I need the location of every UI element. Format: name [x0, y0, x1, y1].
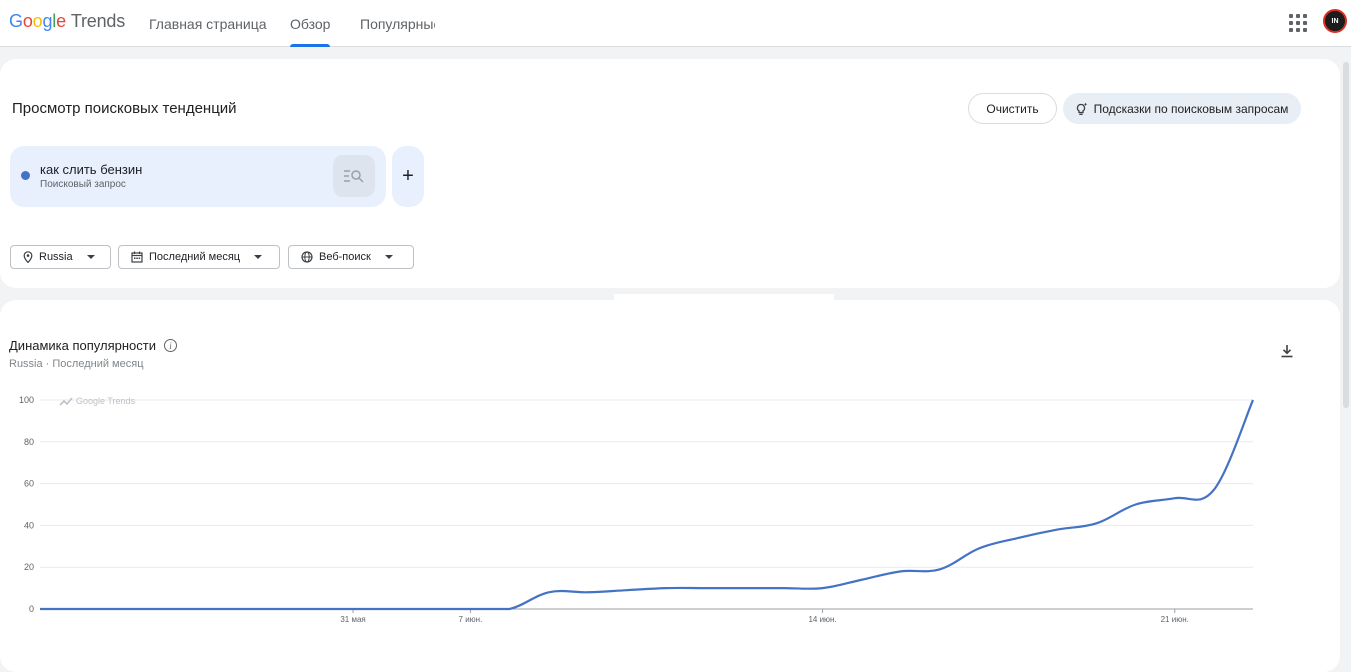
globe-icon [301, 251, 313, 263]
term-name: как слить бензин [40, 162, 143, 177]
download-icon[interactable] [1279, 343, 1295, 359]
x-tick-label: 31 мая [340, 615, 365, 624]
add-comparison-button[interactable]: + [392, 146, 424, 207]
y-tick-label: 60 [24, 479, 34, 489]
lightbulb-sparkle-icon [1076, 102, 1087, 115]
filter-location[interactable]: Russia [10, 245, 111, 269]
filter-search-type-label: Веб-поиск [319, 251, 371, 263]
chart-subtitle: Russia · Последний месяц [9, 358, 144, 370]
x-tick-label: 7 июн. [459, 615, 483, 624]
scrollbar-thumb[interactable] [1343, 62, 1349, 408]
page-scrollbar[interactable] [1342, 62, 1350, 672]
trends-watermark-icon [59, 397, 73, 406]
info-icon[interactable]: i [164, 339, 177, 352]
x-tick-label: 21 июн. [1161, 615, 1189, 624]
y-tick-label: 80 [24, 437, 34, 447]
tab-home[interactable]: Главная страница [149, 0, 267, 47]
tab-home-label: Главная страница [149, 15, 267, 32]
series-line [39, 399, 1255, 611]
term-color-dot [21, 171, 30, 180]
apps-grid-icon[interactable] [1289, 14, 1307, 32]
avatar-initials: IN [1331, 17, 1339, 25]
y-tick-label: 40 [24, 520, 34, 530]
tab-explore-label: Обзор [290, 15, 330, 32]
clear-button[interactable]: Очистить [968, 93, 1057, 124]
chart-title-text: Динамика популярности [9, 338, 156, 353]
y-tick-label: 100 [19, 395, 34, 405]
tab-trending[interactable]: Популярные [360, 0, 435, 47]
tab-trending-label: Популярные [360, 15, 435, 32]
interest-chart[interactable]: 0 20 40 60 80 100 31 мая 7 июн. 14 июн. 21 июн. Go… [0, 380, 1280, 640]
logo-product-name: Trends [70, 11, 126, 31]
explore-card: Просмотр поисковых тенденций Очистить По… [0, 59, 1340, 288]
term-type: Поисковый запрос [40, 179, 126, 190]
filter-time-range[interactable]: Последний месяц [118, 245, 280, 269]
chart-title: Динамика популярности i [9, 338, 177, 353]
filter-search-type[interactable]: Веб-поиск [288, 245, 414, 269]
x-tick-label: 14 июн. [808, 615, 836, 624]
location-pin-icon [23, 251, 33, 263]
y-tick-label: 0 [29, 604, 34, 614]
search-hints-label: Подсказки по поисковым запросам [1093, 101, 1289, 116]
google-trends-logo[interactable]: Google Trends [9, 11, 125, 32]
chevron-down-icon [384, 255, 393, 259]
list-search-icon [344, 170, 364, 183]
top-app-bar: Google Trends Главная страница Обзор Поп… [0, 0, 1351, 47]
y-tick-label: 20 [24, 562, 34, 572]
tab-explore[interactable]: Обзор [290, 0, 330, 47]
filter-location-label: Russia [39, 251, 73, 263]
calendar-icon [131, 251, 143, 263]
term-refine-button[interactable] [333, 155, 375, 197]
page-title: Просмотр поисковых тенденций [12, 100, 237, 117]
plus-icon: + [402, 165, 414, 187]
filter-time-range-label: Последний месяц [149, 251, 241, 263]
trends-watermark: Google Trends [76, 396, 136, 406]
chevron-down-icon [86, 255, 95, 259]
chevron-down-icon [254, 255, 263, 259]
active-tab-indicator [290, 44, 330, 47]
search-term-chip[interactable]: как слить бензин Поисковый запрос [10, 146, 386, 207]
logo-google-wordmark: Google [9, 11, 66, 31]
search-hints-button[interactable]: Подсказки по поисковым запросам [1063, 93, 1301, 124]
avatar[interactable]: IN [1323, 9, 1347, 33]
